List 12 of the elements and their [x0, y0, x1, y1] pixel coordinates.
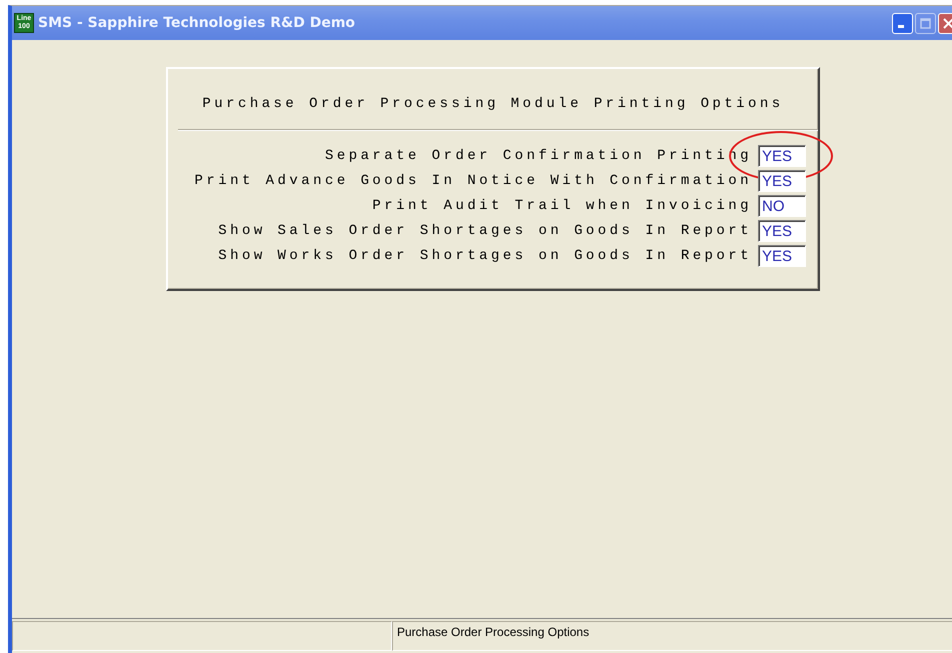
option-label: Show Sales Order Shortages on Goods In Report	[218, 223, 752, 239]
input-field[interactable]: YES	[758, 220, 806, 242]
option-label: Print Advance Goods In Notice With Confirmation	[194, 173, 752, 189]
panel-title: Purchase Order Processing Module Printing Options	[201, 95, 785, 114]
input-field[interactable]: YES	[758, 245, 806, 267]
option-label: Print Audit Trail when Invoicing	[372, 198, 752, 214]
status-message: Purchase Order Processing Options	[392, 621, 952, 651]
window-title: SMS - Sapphire Technologies R&D Demo	[38, 15, 356, 31]
input-field[interactable]: NO	[758, 195, 806, 217]
option-label: Show Works Order Shortages on Goods In Report	[218, 248, 752, 264]
input-field[interactable]: YES	[758, 145, 806, 167]
input-field[interactable]: YES	[758, 170, 806, 192]
